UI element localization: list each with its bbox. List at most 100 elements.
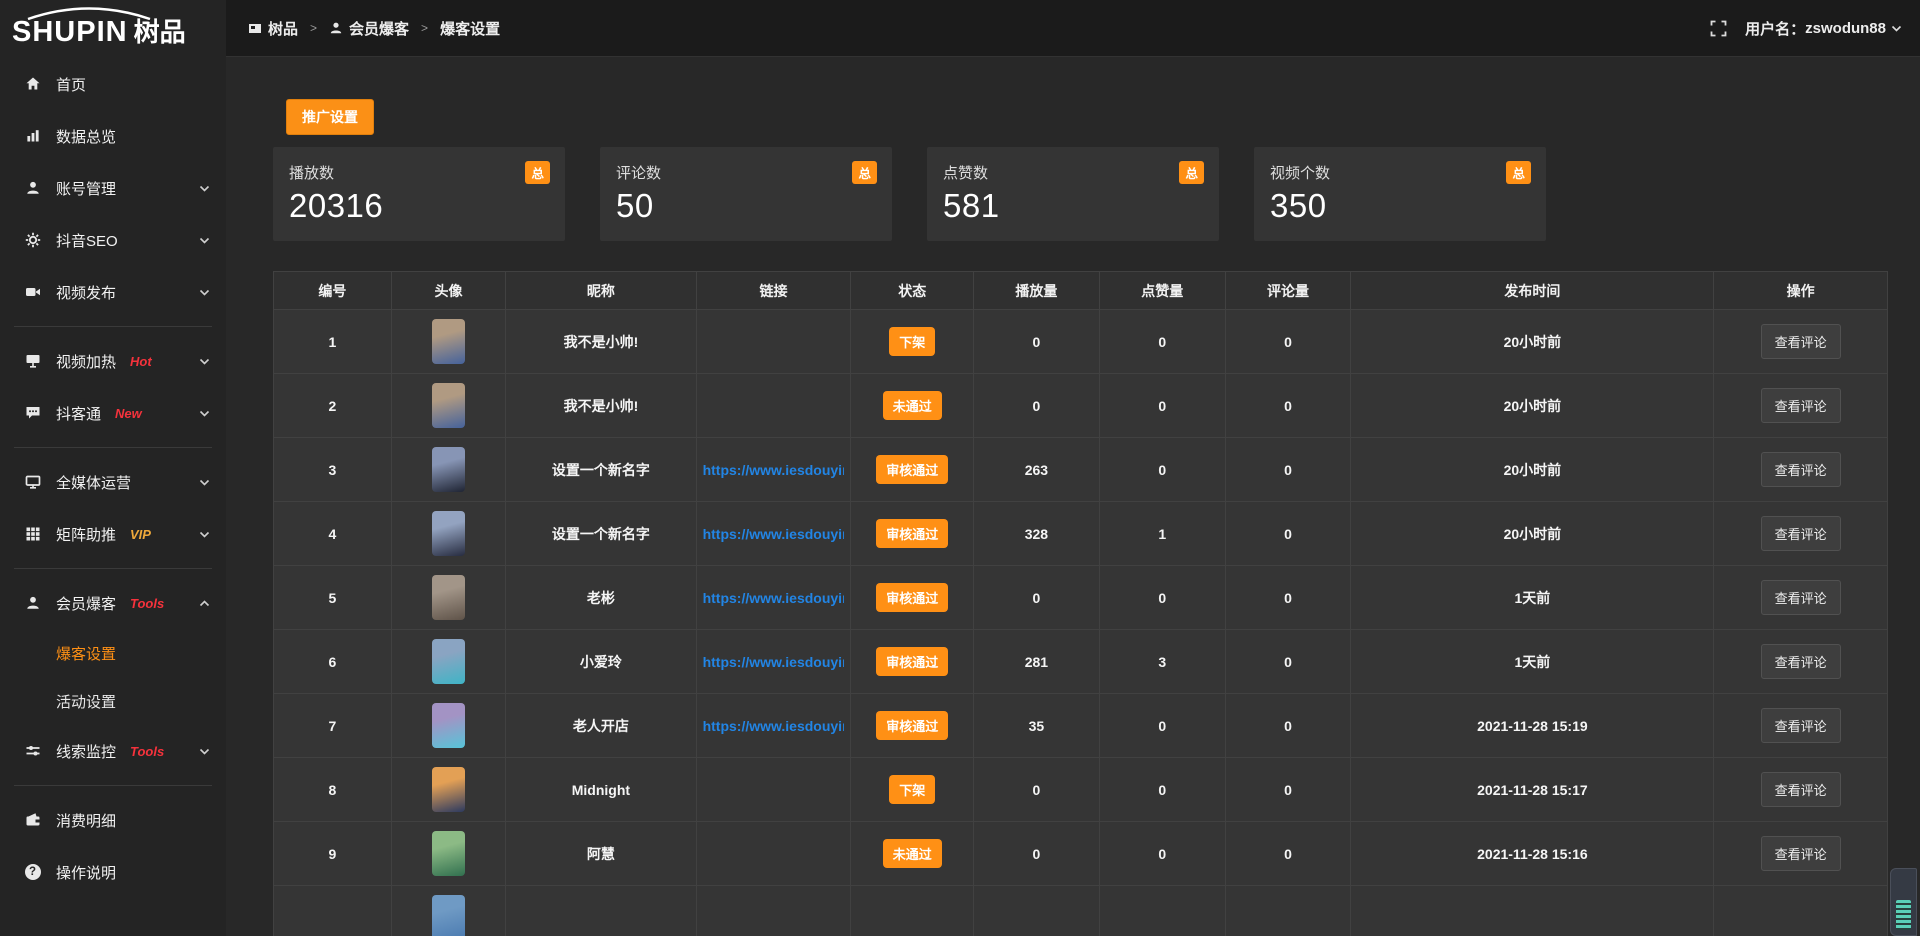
comment-count: 0	[1226, 310, 1352, 374]
play-count: 35	[974, 694, 1100, 758]
publish-time	[1351, 886, 1714, 936]
like-count	[1100, 886, 1226, 936]
sidebar-item-data-overview[interactable]: 数据总览	[0, 110, 226, 162]
view-comments-button[interactable]: 查看评论	[1761, 516, 1841, 551]
col-header-nickname: 昵称	[506, 272, 696, 310]
col-header-actions: 操作	[1714, 272, 1887, 310]
publish-time: 2021-11-28 15:16	[1351, 822, 1714, 886]
sidebar-item-label: 视频发布	[56, 282, 116, 303]
sidebar-item-consumption-details[interactable]: 消费明细	[0, 794, 226, 846]
logo-text-cn: 树品	[134, 19, 186, 45]
stat-label: 播放数	[289, 162, 549, 183]
avatar	[432, 575, 465, 620]
sidebar-item-douketong[interactable]: 抖客通 New	[0, 387, 226, 439]
video-link[interactable]: https://www.iesdouyin.c	[703, 590, 845, 606]
view-comments-button[interactable]: 查看评论	[1761, 580, 1841, 615]
sidebar-item-label: 数据总览	[56, 126, 116, 147]
video-link[interactable]: https://www.iesdouyin.c	[703, 718, 845, 734]
comment-count: 0	[1226, 758, 1352, 822]
avatar-cell	[392, 694, 507, 758]
sidebar-item-account-management[interactable]: 账号管理	[0, 162, 226, 214]
hot-badge: Hot	[130, 354, 152, 369]
video-link[interactable]: https://www.iesdouyin.c	[703, 654, 845, 670]
video-link[interactable]: https://www.iesdouyin.c	[703, 462, 845, 478]
home-icon	[24, 76, 41, 93]
chevron-down-icon	[199, 748, 210, 755]
user-icon	[329, 21, 343, 35]
view-comments-button[interactable]: 查看评论	[1761, 644, 1841, 679]
sidebar-item-member-baoke[interactable]: 会员爆客 Tools	[0, 577, 226, 629]
sidebar-item-home[interactable]: 首页	[0, 58, 226, 110]
chevron-down-icon	[199, 479, 210, 486]
avatar	[432, 639, 465, 684]
like-count: 0	[1100, 822, 1226, 886]
table-row: 3 设置一个新名字 https://www.iesdouyin.c 审核通过 2…	[274, 438, 1887, 502]
view-comments-button[interactable]: 查看评论	[1761, 452, 1841, 487]
sidebar-item-video-heating[interactable]: 视频加热 Hot	[0, 335, 226, 387]
table-row: 5 老彬 https://www.iesdouyin.c 审核通过 0 0 0 …	[274, 566, 1887, 630]
row-number: 7	[274, 694, 392, 758]
sidebar-item-video-publish[interactable]: 视频发布	[0, 266, 226, 318]
total-badge: 总	[1506, 161, 1531, 184]
fullscreen-icon[interactable]	[1710, 20, 1727, 37]
nickname: 我不是小帅!	[506, 374, 696, 438]
floating-widget[interactable]	[1890, 868, 1917, 936]
nickname: 小爱玲	[506, 630, 696, 694]
sidebar-item-label: 会员爆客	[56, 593, 116, 614]
view-comments-button[interactable]: 查看评论	[1761, 324, 1841, 359]
play-count: 0	[974, 374, 1100, 438]
stat-cards: 播放数 20316 总 评论数 50 总 点赞数 581 总 视频个数 350	[273, 147, 1888, 241]
row-number: 2	[274, 374, 392, 438]
sidebar-subitem-activity-settings[interactable]: 活动设置	[0, 677, 226, 725]
topbar-right: 用户名： zswodun88	[1710, 18, 1902, 39]
view-comments-button[interactable]: 查看评论	[1761, 388, 1841, 423]
user-menu[interactable]: 用户名： zswodun88	[1745, 18, 1902, 39]
sidebar-item-all-media[interactable]: 全媒体运营	[0, 456, 226, 508]
publish-time: 20小时前	[1351, 438, 1714, 502]
sidebar-item-matrix-boost[interactable]: 矩阵助推 VIP	[0, 508, 226, 560]
sidebar-item-clue-monitor[interactable]: 线索监控 Tools	[0, 725, 226, 777]
like-count: 0	[1100, 758, 1226, 822]
breadcrumb: 树品 > 会员爆客 > 爆客设置	[248, 18, 500, 39]
sidebar-divider	[14, 785, 212, 786]
avatar	[432, 511, 465, 556]
chevron-down-icon	[199, 289, 210, 296]
breadcrumb-item-shupin[interactable]: 树品	[248, 18, 298, 39]
table-row: 7 老人开店 https://www.iesdouyin.c 审核通过 35 0…	[274, 694, 1887, 758]
sidebar-item-douyin-seo[interactable]: 抖音SEO	[0, 214, 226, 266]
floating-widget-stripes	[1896, 900, 1911, 930]
view-comments-button[interactable]: 查看评论	[1761, 836, 1841, 871]
bar-chart-icon	[24, 128, 41, 145]
view-comments-button[interactable]: 查看评论	[1761, 708, 1841, 743]
sidebar-item-label: 线索监控	[56, 741, 116, 762]
avatar	[432, 447, 465, 492]
play-count: 0	[974, 758, 1100, 822]
sliders-icon	[24, 743, 41, 760]
nickname: 我不是小帅!	[506, 310, 696, 374]
total-badge: 总	[1179, 161, 1204, 184]
play-count: 263	[974, 438, 1100, 502]
avatar-cell	[392, 566, 507, 630]
breadcrumb-item-member-baoke[interactable]: 会员爆客	[329, 18, 409, 39]
col-header-comments: 评论量	[1226, 272, 1352, 310]
video-link[interactable]: https://www.iesdouyin.c	[703, 526, 845, 542]
table-header-row: 编号 头像 昵称 链接 状态 播放量 点赞量 评论量 发布时间 操作	[274, 272, 1887, 310]
like-count: 0	[1100, 310, 1226, 374]
sidebar-item-label: 抖客通	[56, 403, 101, 424]
avatar-cell	[392, 822, 507, 886]
sidebar: SHUPIN 树品 首页 数据总览 账号管理 抖音SEO 视频发布	[0, 0, 226, 936]
avatar-cell	[392, 630, 507, 694]
sidebar-subitem-baoke-settings[interactable]: 爆客设置	[0, 629, 226, 677]
status-badge: 未通过	[883, 391, 942, 420]
sidebar-item-instructions[interactable]: ? 操作说明	[0, 846, 226, 898]
table-row: 4 设置一个新名字 https://www.iesdouyin.c 审核通过 3…	[274, 502, 1887, 566]
avatar	[432, 383, 465, 428]
promo-settings-button[interactable]: 推广设置	[286, 99, 374, 135]
col-header-avatar: 头像	[392, 272, 507, 310]
row-number: 1	[274, 310, 392, 374]
view-comments-button[interactable]: 查看评论	[1761, 772, 1841, 807]
play-count: 328	[974, 502, 1100, 566]
like-count: 0	[1100, 374, 1226, 438]
sidebar-item-label: 首页	[56, 74, 86, 95]
avatar	[432, 319, 465, 364]
